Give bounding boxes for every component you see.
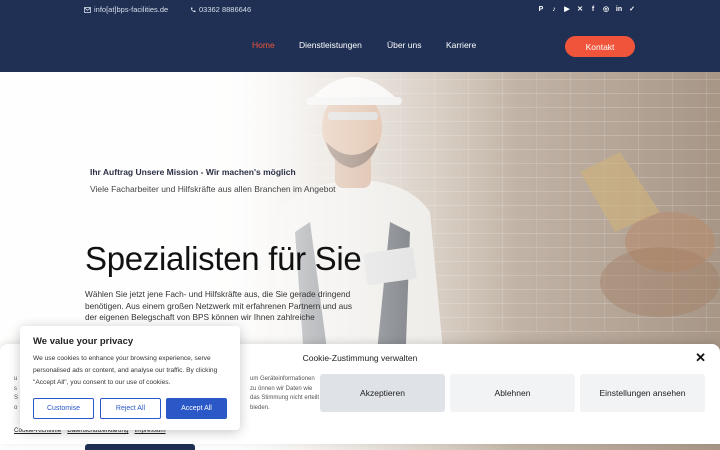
hero-subtitle: Viele Facharbeiter und Hilfskräfte aus a… [90, 184, 336, 194]
instagram-icon[interactable]: ◎ [602, 5, 610, 13]
cookie-bar-text-fragment: o [14, 404, 18, 411]
accept-all-button[interactable]: Accept All [166, 398, 227, 419]
hero-cta-button[interactable] [85, 444, 195, 450]
nav-item-karriere[interactable]: Karriere [446, 40, 476, 50]
phone-link[interactable]: 03362 8886646 [190, 5, 251, 14]
tiktok-icon[interactable]: ♪ [550, 5, 558, 13]
social-links: P ♪ ▶ ✕ f ◎ in ✓ [537, 5, 636, 13]
hero-headline: Spezialisten für Sie [85, 240, 362, 277]
customise-button[interactable]: Customise [33, 398, 94, 419]
cookie-accept-button[interactable]: Akzeptieren [320, 374, 445, 412]
check-icon[interactable]: ✓ [628, 5, 636, 13]
popup-title: We value your privacy [33, 336, 134, 347]
cookie-deny-button[interactable]: Ablehnen [450, 374, 575, 412]
nav-item-dienstleistungen[interactable]: Dienstleistungen [299, 40, 362, 50]
facebook-icon[interactable]: f [589, 5, 597, 13]
phone-text: 03362 8886646 [199, 5, 252, 14]
hero-eyebrow: Ihr Auftrag Unsere Mission - Wir machen'… [90, 167, 296, 177]
reject-all-button[interactable]: Reject All [100, 398, 161, 419]
popup-text: We use cookies to enhance your browsing … [33, 355, 218, 386]
email-text: info[at]bps-facilities.de [94, 5, 169, 14]
cookie-bar-text-fragment: S [14, 395, 19, 401]
cookie-settings-button[interactable]: Einstellungen ansehen [580, 374, 705, 412]
topbar: info[at]bps-facilities.de 03362 8886646 … [84, 5, 636, 17]
cookie-bar-text-fragment: s [14, 385, 17, 392]
x-icon[interactable]: ✕ [576, 5, 584, 13]
envelope-icon [84, 6, 91, 13]
email-link[interactable]: info[at]bps-facilities.de [84, 5, 168, 14]
cookie-bar-text-fragment: u [14, 376, 18, 382]
cookie-bar-text-right: um Geräteinformationen zu önnen wir Date… [250, 376, 320, 411]
youtube-icon[interactable]: ▶ [563, 5, 571, 13]
close-icon[interactable]: ✕ [695, 351, 706, 364]
phone-icon [190, 7, 196, 13]
contact-button[interactable]: Kontakt [565, 36, 635, 57]
site-header: info[at]bps-facilities.de 03362 8886646 … [0, 0, 720, 72]
linkedin-icon[interactable]: in [615, 5, 623, 13]
pinterest-icon[interactable]: P [537, 5, 545, 13]
nav-item-home[interactable]: Home [252, 40, 275, 50]
nav-item-ueber-uns[interactable]: Über uns [387, 40, 422, 50]
privacy-popup: We value your privacy We use cookies to … [20, 326, 240, 430]
